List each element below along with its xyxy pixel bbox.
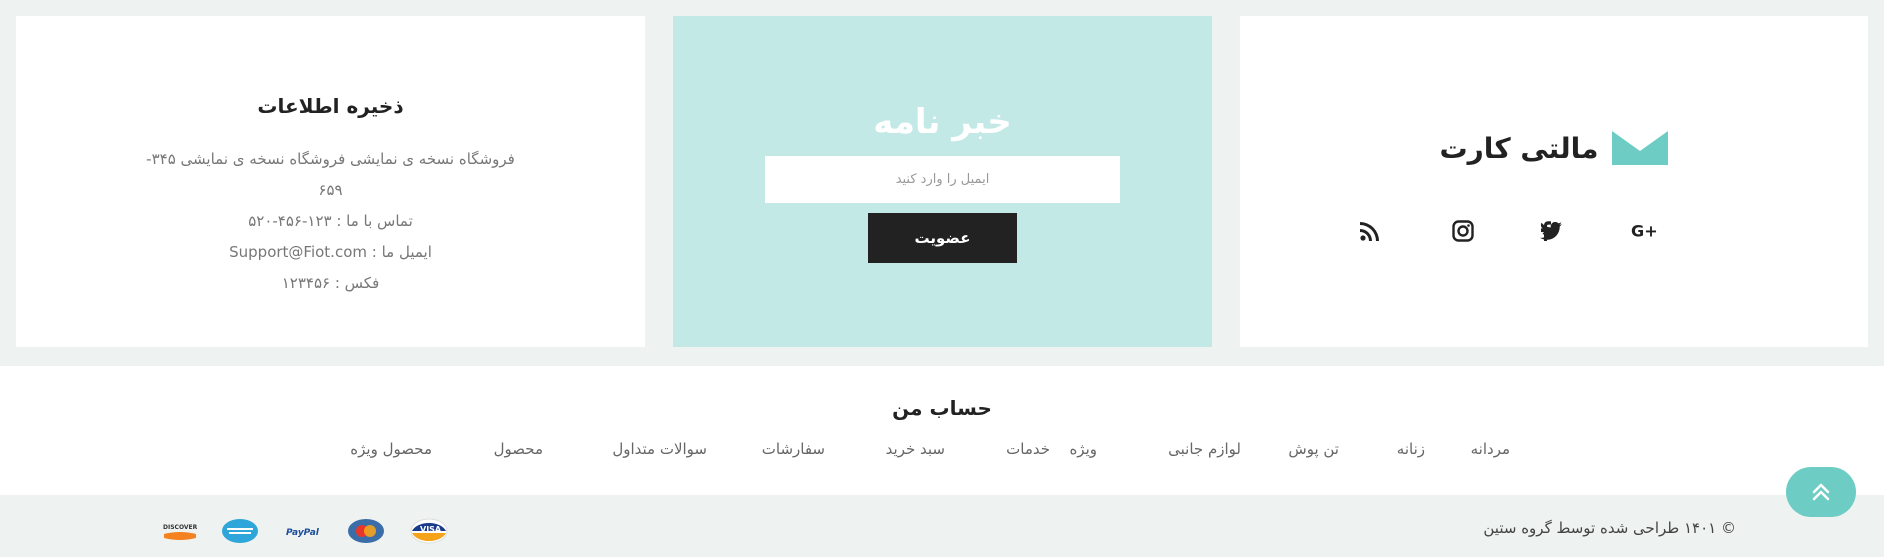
brand-panel: مالتی کارت G+ <box>1240 16 1868 347</box>
contact-info-title: ذخیره اطلاعات <box>257 94 404 118</box>
my-account-title: حساب من <box>892 396 992 420</box>
instagram-icon[interactable] <box>1446 214 1480 248</box>
copyright-text: © ۱۴۰۱ طراحی شده توسط گروه ستین <box>1483 519 1736 537</box>
brand-block: مالتی کارت <box>1240 131 1868 165</box>
newsletter-email-input[interactable] <box>765 156 1120 203</box>
rss-icon[interactable] <box>1353 214 1387 248</box>
account-link-orders[interactable]: سفارشات <box>762 440 825 458</box>
svg-text:PayPal: PayPal <box>286 528 320 538</box>
account-link-special[interactable]: ویژه <box>1069 440 1097 458</box>
svg-text:G+: G+ <box>1631 221 1658 240</box>
brand-name: مالتی کارت <box>1439 131 1599 165</box>
fax-line: فکس : ۱۲۳۴۵۶ <box>281 274 380 292</box>
contact-info-panel: ذخیره اطلاعات فروشگاه نسخه ی نمایشی فروش… <box>16 16 645 347</box>
account-links: مردانه زنانه تن پوش لوازم جانبی ویژه خدم… <box>0 440 1884 464</box>
brand-logo-icon <box>1612 131 1669 165</box>
phone-line: تماس با ما : ۱۲۳-۴۵۶-۵۲۰ <box>248 212 413 230</box>
amex-icon <box>221 517 259 545</box>
email-line: ایمیل ما : Support@Fiot.com <box>229 243 432 261</box>
account-link-apparel[interactable]: تن پوش <box>1288 440 1339 458</box>
visa-icon: VISA <box>410 517 448 545</box>
address-line-continued: ۶۵۹ <box>318 181 343 199</box>
svg-text:DISCOVER: DISCOVER <box>163 524 198 531</box>
newsletter-panel: خبر نامه عضویت <box>673 16 1212 347</box>
my-account-section: حساب من مردانه زنانه تن پوش لوازم جانبی … <box>0 366 1884 495</box>
subscribe-button[interactable]: عضویت <box>868 213 1017 263</box>
account-link-product[interactable]: محصول <box>494 440 543 458</box>
paypal-icon: PayPal <box>286 517 320 545</box>
account-link-faq[interactable]: سوالات متداول <box>612 440 707 458</box>
address-line: فروشگاه نسخه ی نمایشی فروشگاه نسخه ی نما… <box>146 150 515 168</box>
contact-info-lines: فروشگاه نسخه ی نمایشی فروشگاه نسخه ی نما… <box>86 144 575 299</box>
twitter-icon[interactable] <box>1534 214 1568 248</box>
newsletter-title: خبر نامه <box>873 102 1012 142</box>
account-link-cart[interactable]: سبد خرید <box>886 440 945 458</box>
mastercard-icon <box>347 517 385 545</box>
account-link-services[interactable]: خدمات <box>1006 440 1050 458</box>
account-link-men[interactable]: مردانه <box>1471 440 1510 458</box>
account-link-women[interactable]: زنانه <box>1397 440 1425 458</box>
google-plus-icon[interactable]: G+ <box>1631 214 1665 248</box>
double-chevron-up-icon <box>1812 483 1830 501</box>
account-link-accessories[interactable]: لوازم جانبی <box>1168 440 1241 458</box>
account-link-featured-product[interactable]: محصول ویژه <box>350 440 432 458</box>
discover-icon: DISCOVER <box>162 517 198 545</box>
scroll-to-top-button[interactable] <box>1786 467 1856 517</box>
footer-bottom-bar: © ۱۴۰۱ طراحی شده توسط گروه ستین DISCOVER… <box>0 495 1884 557</box>
footer-top-row: ذخیره اطلاعات فروشگاه نسخه ی نمایشی فروش… <box>0 0 1884 366</box>
svg-text:VISA: VISA <box>420 525 442 534</box>
